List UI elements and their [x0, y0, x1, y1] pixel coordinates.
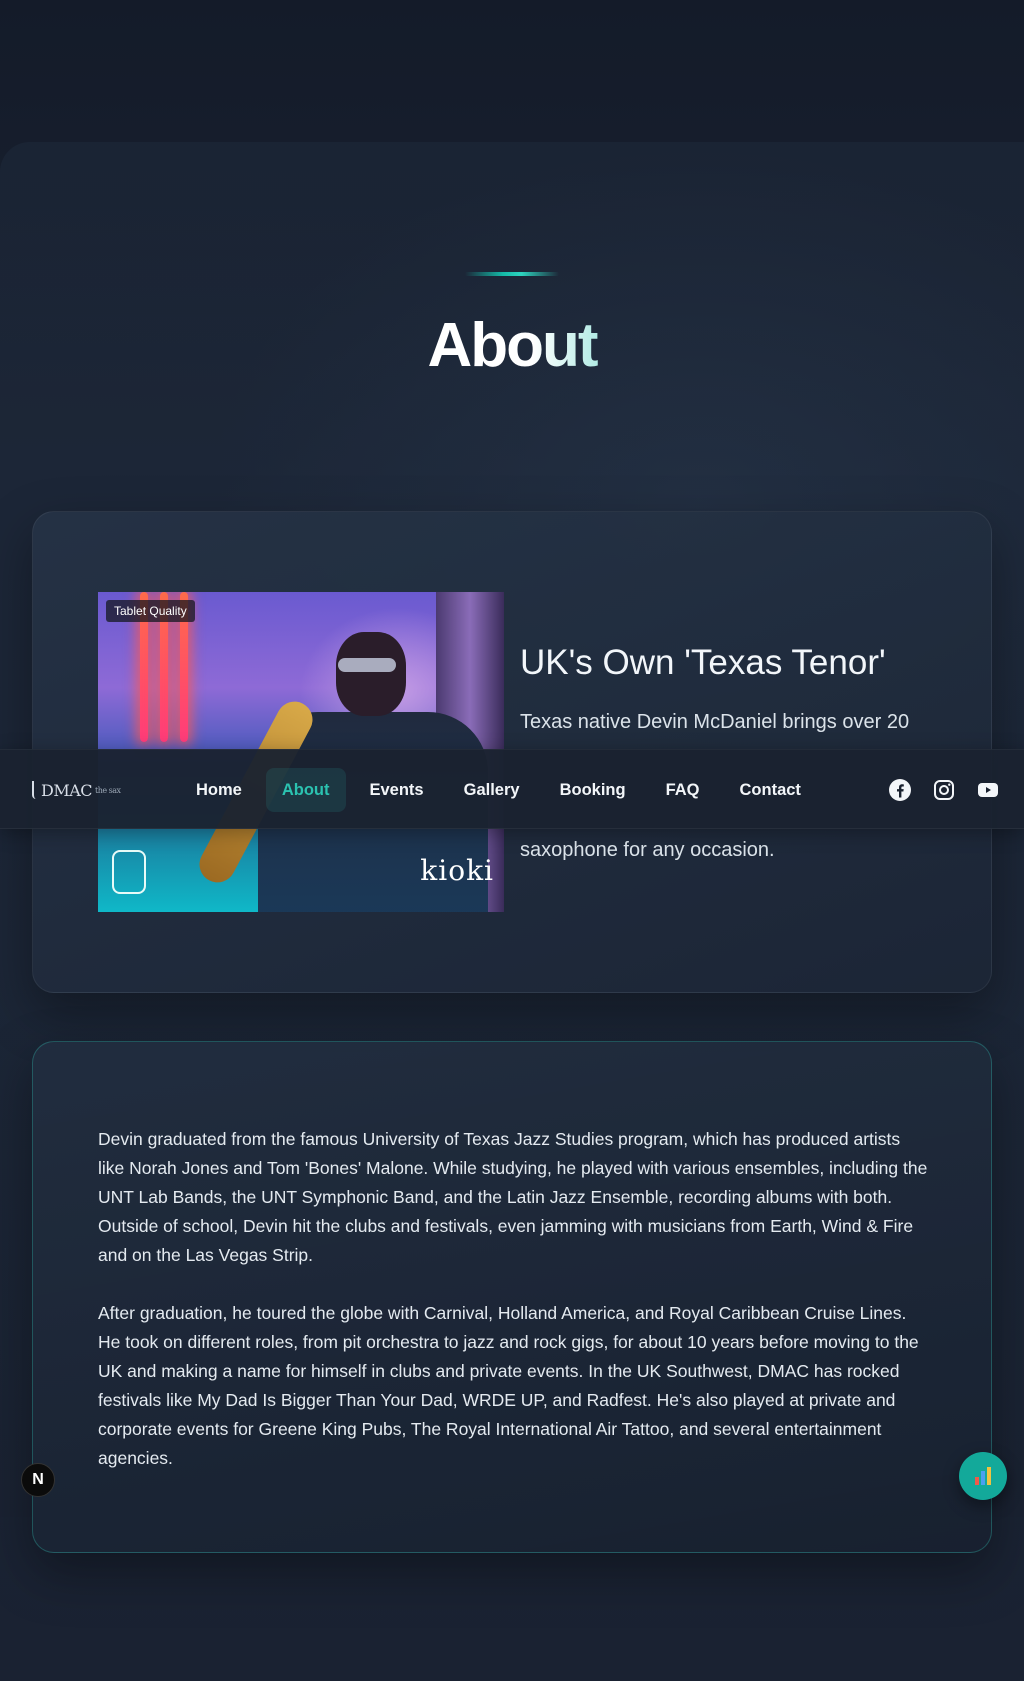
bar-chart-icon	[975, 1467, 991, 1485]
nav-link-events[interactable]: Events	[354, 768, 440, 812]
hero-accent-line	[465, 272, 559, 276]
logo-subtext: the sax	[95, 785, 121, 795]
main-navigation: DMAC the sax Home About Events Gallery B…	[0, 749, 1024, 829]
analytics-button[interactable]	[959, 1452, 1007, 1500]
intro-heading: UK's Own 'Texas Tenor'	[520, 643, 886, 682]
facebook-icon[interactable]	[888, 778, 912, 802]
venue-logo: kioki	[420, 854, 494, 887]
intro-paragraph-bottom: saxophone for any occasion.	[520, 839, 775, 861]
social-links	[888, 778, 1000, 802]
intro-paragraph-top: Texas native Devin McDaniel brings over …	[520, 711, 910, 733]
bio-card: Devin graduated from the famous Universi…	[32, 1041, 992, 1553]
nav-link-home[interactable]: Home	[180, 768, 258, 812]
nav-links: Home About Events Gallery Booking FAQ Co…	[180, 768, 825, 812]
site-logo[interactable]: DMAC the sax	[32, 778, 121, 802]
nav-link-about[interactable]: About	[265, 768, 346, 812]
logo-text: DMAC	[41, 780, 93, 800]
bio-paragraph: After graduation, he toured the globe wi…	[98, 1303, 919, 1468]
nav-link-gallery[interactable]: Gallery	[448, 768, 536, 812]
nav-link-faq[interactable]: FAQ	[650, 768, 716, 812]
performer-glasses	[338, 658, 396, 672]
nav-link-contact[interactable]: Contact	[724, 768, 817, 812]
performer-head	[336, 632, 406, 716]
bio-paragraphs: Devin graduated from the famous Universi…	[98, 1125, 928, 1502]
bio-paragraph: Devin graduated from the famous Universi…	[98, 1129, 928, 1265]
floating-n-button[interactable]: N	[21, 1463, 55, 1497]
nav-link-booking[interactable]: Booking	[544, 768, 642, 812]
youtube-icon[interactable]	[976, 778, 1000, 802]
mask-logo-icon	[112, 850, 146, 894]
instagram-icon[interactable]	[932, 778, 956, 802]
photo-badge: Tablet Quality	[106, 600, 195, 622]
saxophone-icon	[32, 781, 38, 799]
page-title: About	[0, 310, 1024, 381]
